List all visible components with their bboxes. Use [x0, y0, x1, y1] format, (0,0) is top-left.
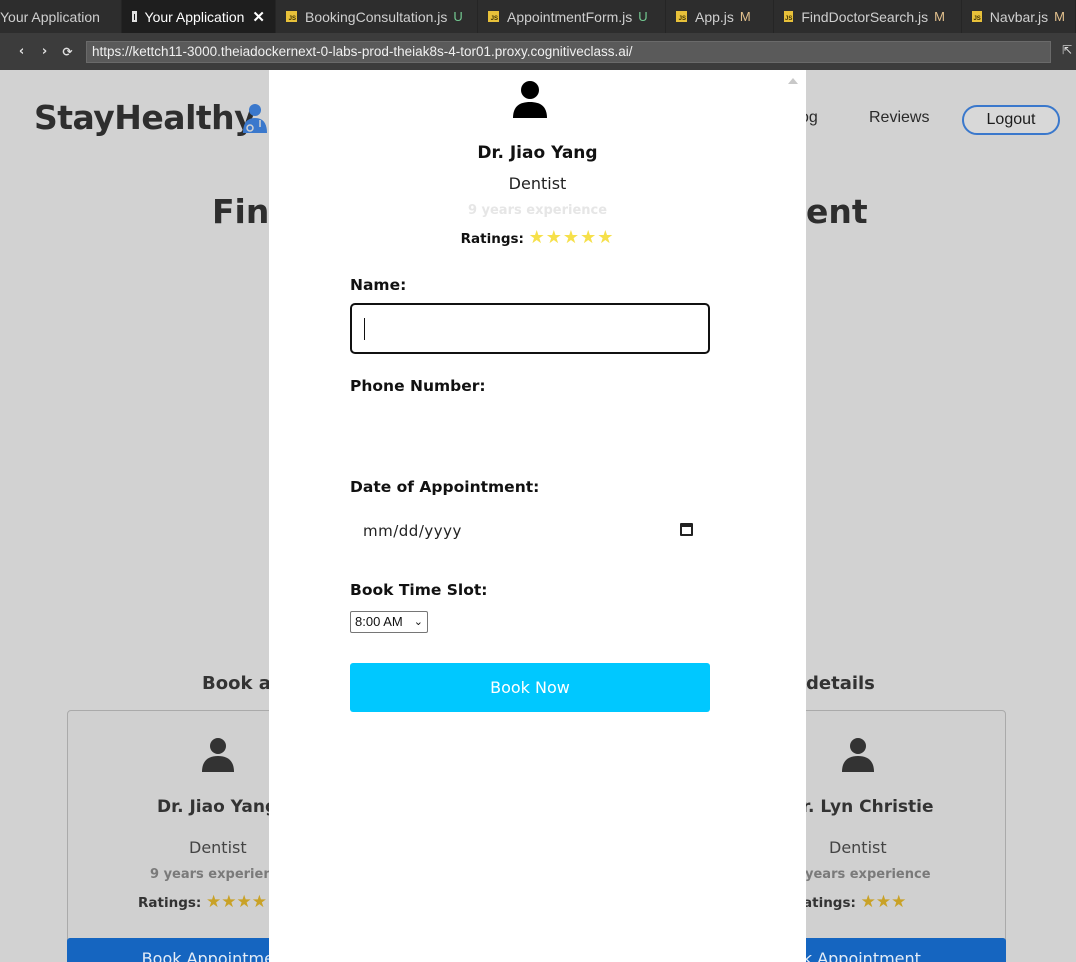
git-status-badge: U [453, 9, 463, 24]
star-rating-icons: ★★★★★ [528, 227, 615, 248]
star-icon: ★ [206, 892, 222, 912]
doctor-specialty: Dentist [189, 838, 247, 857]
tab-app-js[interactable]: JS App.js M [666, 0, 774, 33]
editor-tab-strip: Your Application Your Application ✕ JS B… [0, 0, 1076, 33]
tab-label: App.js [695, 8, 734, 25]
date-label: Date of Appointment: [350, 478, 540, 496]
doctor-specialty: Dentist [829, 838, 887, 857]
js-file-icon: JS [972, 11, 982, 22]
close-tab-icon[interactable]: ✕ [252, 8, 265, 26]
back-arrow-icon[interactable]: ‹ [10, 44, 33, 59]
tab-label: Your Application [144, 8, 245, 25]
git-status-badge: M [739, 9, 751, 24]
star-icon: ★ [236, 892, 252, 912]
doctor-logo-icon [243, 104, 267, 133]
doctor-rating: atings: ★★★ [803, 892, 906, 912]
browser-toolbar: ‹ › ⟳ https://kettch11-3000.theiadockern… [0, 33, 1076, 70]
js-file-icon: JS [488, 11, 499, 22]
rating-label: Ratings: [460, 231, 524, 247]
user-avatar-icon [842, 738, 874, 772]
forward-arrow-icon[interactable]: › [33, 44, 56, 59]
tab-label: Navbar.js [989, 8, 1049, 25]
tab-label: AppointmentForm.js [507, 8, 633, 25]
js-file-icon: JS [784, 11, 794, 22]
date-input[interactable]: mm/dd/yyyy [350, 510, 710, 550]
scroll-up-arrow-icon[interactable] [788, 78, 798, 84]
rating-label: atings: [803, 895, 856, 911]
booking-modal: Dr. Jiao Yang Dentist 9 years experience… [269, 70, 806, 962]
section-heading-right: details [806, 673, 875, 694]
url-field[interactable]: https://kettch11-3000.theiadockernext-0-… [86, 41, 1051, 63]
star-icon: ★ [860, 892, 876, 912]
git-status-badge: M [1054, 9, 1065, 24]
open-external-icon[interactable]: ⇱ [1062, 43, 1072, 57]
tab-booking-consultation[interactable]: JS BookingConsultation.js U [276, 0, 478, 33]
text-caret [364, 318, 365, 340]
brand-logo[interactable]: StayHealthy [34, 98, 256, 137]
git-status-badge: U [638, 9, 648, 24]
git-status-badge: M [934, 9, 946, 24]
user-avatar-icon [202, 738, 234, 772]
rating-label: Ratings: [138, 895, 202, 911]
doctor-name: r. Lyn Christie [802, 797, 934, 817]
star-icon: ★ [875, 892, 892, 912]
phone-label: Phone Number: [350, 377, 486, 395]
tab-navbar-js[interactable]: JS Navbar.js M [962, 0, 1076, 33]
doctor-rating: Ratings: ★★★★ [138, 892, 267, 912]
tab-label: BookingConsultation.js [305, 8, 448, 25]
logout-button[interactable]: Logout [962, 105, 1060, 135]
tab-label: FindDoctorSearch.js [801, 8, 929, 25]
time-slot-label: Book Time Slot: [350, 581, 488, 599]
browser-window-icon [132, 11, 137, 22]
tab-your-application-active[interactable]: Your Application ✕ [122, 0, 276, 33]
js-file-icon: JS [286, 11, 297, 22]
tab-appointment-form[interactable]: JS AppointmentForm.js U [478, 0, 666, 33]
hero-title-left: Fin [212, 192, 270, 231]
name-label: Name: [350, 276, 407, 294]
doctor-experience: years experience [805, 867, 931, 882]
modal-doctor-experience: 9 years experience [467, 203, 608, 218]
phone-input[interactable] [350, 398, 710, 438]
star-icon: ★ [221, 892, 237, 912]
hero-title-right: ent [806, 192, 868, 231]
star-icon: ★ [251, 892, 267, 912]
time-slot-select[interactable]: 8:00 AM ⌄ [350, 611, 428, 633]
modal-doctor-name: Dr. Jiao Yang [477, 143, 598, 163]
time-slot-value: 8:00 AM [355, 614, 403, 629]
user-avatar-icon [513, 81, 547, 118]
chevron-down-icon: ⌄ [413, 616, 423, 628]
calendar-icon[interactable] [680, 523, 693, 536]
tab-label: Your Application [0, 8, 100, 25]
name-input[interactable] [350, 303, 710, 354]
modal-doctor-rating: Ratings: ★★★★★ [269, 227, 806, 248]
book-now-button[interactable]: Book Now [350, 663, 710, 712]
nav-link-reviews[interactable]: Reviews [869, 109, 929, 127]
reload-icon[interactable]: ⟳ [56, 45, 79, 59]
js-file-icon: JS [676, 11, 687, 22]
star-icon: ★ [891, 892, 907, 912]
date-placeholder: mm/dd/yyyy [363, 522, 462, 540]
doctor-name: Dr. Jiao Yang [157, 797, 278, 817]
tab-your-application-1[interactable]: Your Application [0, 0, 122, 33]
tab-find-doctor-search[interactable]: JS FindDoctorSearch.js M [774, 0, 962, 33]
modal-doctor-specialty: Dentist [508, 174, 567, 193]
